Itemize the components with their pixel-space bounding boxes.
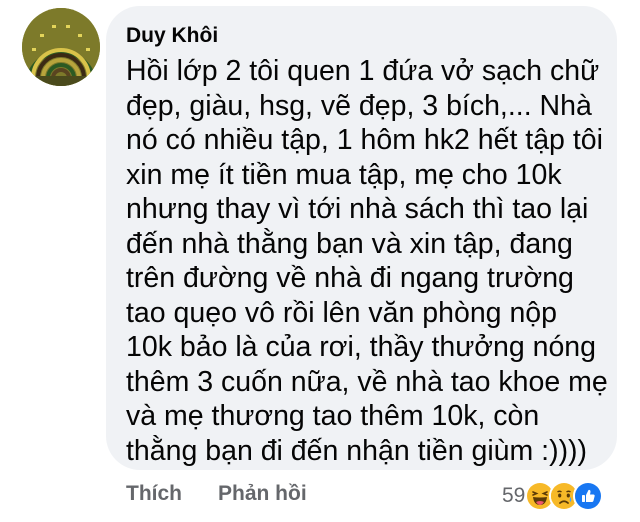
reply-button[interactable]: Phản hồi (218, 482, 307, 506)
comment-line: tao quẹo vô rồi lên văn phòng nộp (126, 296, 558, 329)
comment-line: đẹp, giàu, hsg, vẽ đẹp, 3 bích,... Nhà (126, 89, 592, 122)
like-icon (573, 481, 604, 511)
avatar[interactable] (22, 8, 100, 86)
comment-line: nhưng thay vì tới nhà sách thì tao lại (126, 193, 589, 225)
reaction-count[interactable]: 59 (502, 484, 525, 508)
comment-actions: Thích Phản hồi (126, 482, 307, 506)
comment-line: và mẹ thương tao thêm 10k, còn (126, 400, 540, 432)
comment-line: 10k bảo là của rơi, thầy thưởng nóng (126, 331, 596, 363)
comment-author[interactable]: Duy Khôi (126, 24, 218, 48)
comment-line: thằng bạn đi đến nhận tiền giùm :)))) (126, 434, 588, 467)
comment-line: nó có nhiều tập, 1 hôm hk2 hết tập tôi (126, 124, 603, 156)
reaction-summary[interactable]: 59 (502, 479, 604, 513)
avatar-image (22, 8, 100, 86)
like-button[interactable]: Thích (126, 482, 182, 506)
comment-bubble: Duy Khôi Hồi lớp 2 tôi quen 1 đứa vở sạc… (106, 6, 617, 470)
comment-line: đến nhà thằng bạn và xin tập, đang (126, 227, 573, 260)
comment: Duy Khôi Hồi lớp 2 tôi quen 1 đứa vở sạc… (0, 0, 640, 522)
comment-line: trên đường về nhà đi ngang trường (126, 262, 574, 294)
comment-line: thêm 3 cuốn nữa, về nhà tao khoe mẹ (126, 365, 608, 398)
comment-line: Hồi lớp 2 tôi quen 1 đứa vở sạch chữ (126, 55, 600, 87)
comment-line: xin mẹ ít tiền mua tập, mẹ cho 10k (126, 158, 562, 191)
comment-text: Hồi lớp 2 tôi quen 1 đứa vở sạch chữ đẹp… (126, 54, 608, 468)
